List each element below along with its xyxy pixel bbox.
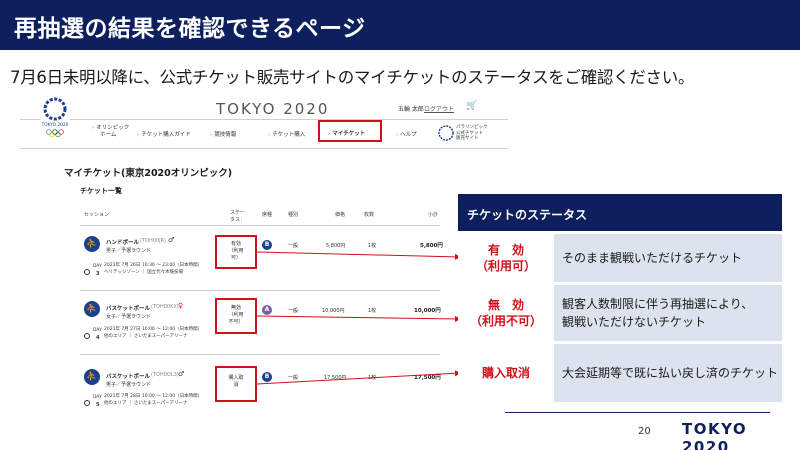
- event-code: (TOH0OL3): [151, 372, 179, 378]
- legend-row-valid: 有 効 （利用可） そのまま観戦いただけるチケット: [458, 234, 782, 282]
- event-sub: 男子／予選ラウンド: [106, 382, 152, 388]
- column-price: 価格: [335, 212, 346, 218]
- event-code: (TOH00KX): [151, 304, 179, 310]
- my-ticket-page-title: マイチケット(東京2020オリンピック): [64, 168, 233, 179]
- ticket-list-title: チケット一覧: [80, 187, 122, 195]
- paralympic-site-link[interactable]: パラリンピック 公式チケット 販売サイト: [456, 125, 488, 142]
- ticket-type: 一般: [288, 243, 299, 249]
- day-number: 5: [96, 402, 100, 408]
- ticket-qty: 1枚: [368, 375, 377, 381]
- nav-item-sports-info[interactable]: › 競技情報: [210, 132, 236, 139]
- event-name: ハンドボール: [106, 240, 140, 246]
- ticket-qty: 1枚: [368, 243, 377, 249]
- table-header-rule: [80, 225, 440, 226]
- ticket-subtotal: 10,000円: [414, 308, 441, 314]
- seat-badge: B: [262, 372, 272, 382]
- my-ticket-highlight: [318, 120, 382, 142]
- site-brand: TOKYO 2020: [216, 100, 330, 118]
- ticket-price: 17,500円: [324, 375, 347, 381]
- nav-item-purchase-guide[interactable]: › チケット購入ガイド: [137, 132, 191, 139]
- legend-title: チケットのステータス: [467, 208, 588, 222]
- event-sub: 女子／予選ラウンド: [106, 314, 152, 320]
- cart-icon[interactable]: 🛒: [466, 101, 477, 111]
- slide-title: 再抽選の結果を確認できるページ: [14, 16, 366, 42]
- event-sub: 男子／予選ラウンド: [106, 248, 152, 254]
- ticket-subtotal: 17,500円: [414, 375, 441, 381]
- day-label: DAY: [93, 264, 102, 269]
- male-icon: ♂: [178, 370, 185, 378]
- nav-item-olympic-home[interactable]: › オリンピック ホーム: [92, 125, 129, 139]
- legend-desc: 観客人数制限に伴う再抽選により、 観戦いただけないチケット: [562, 297, 754, 329]
- radio-icon[interactable]: [84, 333, 90, 339]
- row-divider: [80, 290, 440, 291]
- legend-row-invalid: 無 効 （利用不可） 観客人数制限に伴う再抽選により、 観戦いただけないチケット: [458, 285, 782, 341]
- basketball-icon: ⛹: [84, 301, 100, 317]
- legend-key: 有 効 （利用可）: [458, 234, 554, 282]
- legend-key: 無 効 （利用不可）: [458, 285, 554, 341]
- slide-header: 再抽選の結果を確認できるページ: [0, 0, 800, 50]
- female-icon: ♀: [178, 302, 184, 310]
- site-nav: › オリンピック ホーム › チケット購入ガイド › 競技情報 › チケット購入 › マイ…: [20, 121, 508, 149]
- row-divider: [80, 354, 440, 355]
- handball-icon: ⛹: [84, 236, 100, 252]
- day-number: 4: [96, 335, 100, 341]
- column-subtotal: 小計: [428, 212, 439, 218]
- column-session: セッション: [84, 212, 110, 218]
- legend-key: 購入取消: [458, 344, 554, 402]
- event-name: バスケットボール: [106, 306, 151, 312]
- legend-header: チケットのステータス: [458, 194, 782, 231]
- event-detail: 2021年 7月 26日 10:30 ～ 23:00（日本時間） ヘリテッジゾー…: [104, 263, 203, 275]
- ticket-subtotal: 5,800円: [420, 243, 443, 249]
- page-number: 20: [638, 426, 651, 437]
- ticket-type: 一般: [288, 308, 299, 314]
- logout-link[interactable]: ログアウト: [424, 104, 454, 113]
- seat-badge: B: [262, 240, 272, 250]
- event-code: (TOH00JR): [140, 238, 166, 244]
- legend-desc: そのまま観戦いただけるチケット: [562, 251, 743, 265]
- male-icon: ♂: [168, 236, 175, 244]
- column-type: 種別: [288, 212, 299, 218]
- paralympic-logo-icon[interactable]: [438, 125, 454, 141]
- column-status: ステー タス：: [230, 210, 246, 223]
- radio-icon[interactable]: [84, 400, 90, 406]
- site-topbar: TOKYO 2020 TOKYO 2020 五輪 太郎 ログアウト 🛒: [20, 92, 508, 138]
- ticket-qty: 1枚: [368, 308, 377, 314]
- event-name: バスケットボール: [106, 374, 151, 380]
- event-detail: 2021年 7月 27日 10:00 ～ 12:00（日本時間） 他のエリア ｜…: [104, 327, 203, 339]
- basketball-icon: ⛹: [84, 369, 100, 385]
- day-label: DAY: [93, 328, 102, 333]
- legend-desc: 大会延期等で既に払い戻し済のチケット: [562, 366, 779, 380]
- column-seat: 席種: [262, 212, 273, 218]
- day-label: DAY: [93, 395, 102, 400]
- footer-brand: TOKYO 2020: [682, 420, 748, 450]
- ticket-price: 10,000円: [322, 308, 345, 314]
- radio-icon[interactable]: [84, 269, 90, 275]
- status-highlight: [215, 298, 257, 334]
- event-detail: 2021年 7月 28日 10:00 ～ 12:00（日本時間） 他のエリア ｜…: [104, 394, 203, 406]
- slide-subtitle: 7月6日未明以降に、公式チケット販売サイトのマイチケットのステータスをご確認くだ…: [10, 68, 695, 87]
- ticket-type: 一般: [288, 375, 299, 381]
- nav-item-purchase[interactable]: › チケット購入: [268, 132, 305, 139]
- status-highlight: [215, 366, 257, 402]
- nav-item-help[interactable]: › ヘルプ: [396, 132, 417, 139]
- seat-badge: A: [262, 305, 272, 315]
- user-name: 五輪 太郎: [398, 106, 424, 113]
- status-highlight: [215, 235, 257, 269]
- day-number: 3: [96, 271, 100, 277]
- footer-rule: [505, 412, 770, 413]
- column-qty: 枚数: [364, 212, 375, 218]
- legend-row-cancelled: 購入取消 大会延期等で既に払い戻し済のチケット: [458, 344, 782, 402]
- ticket-price: 5,800円: [326, 243, 346, 249]
